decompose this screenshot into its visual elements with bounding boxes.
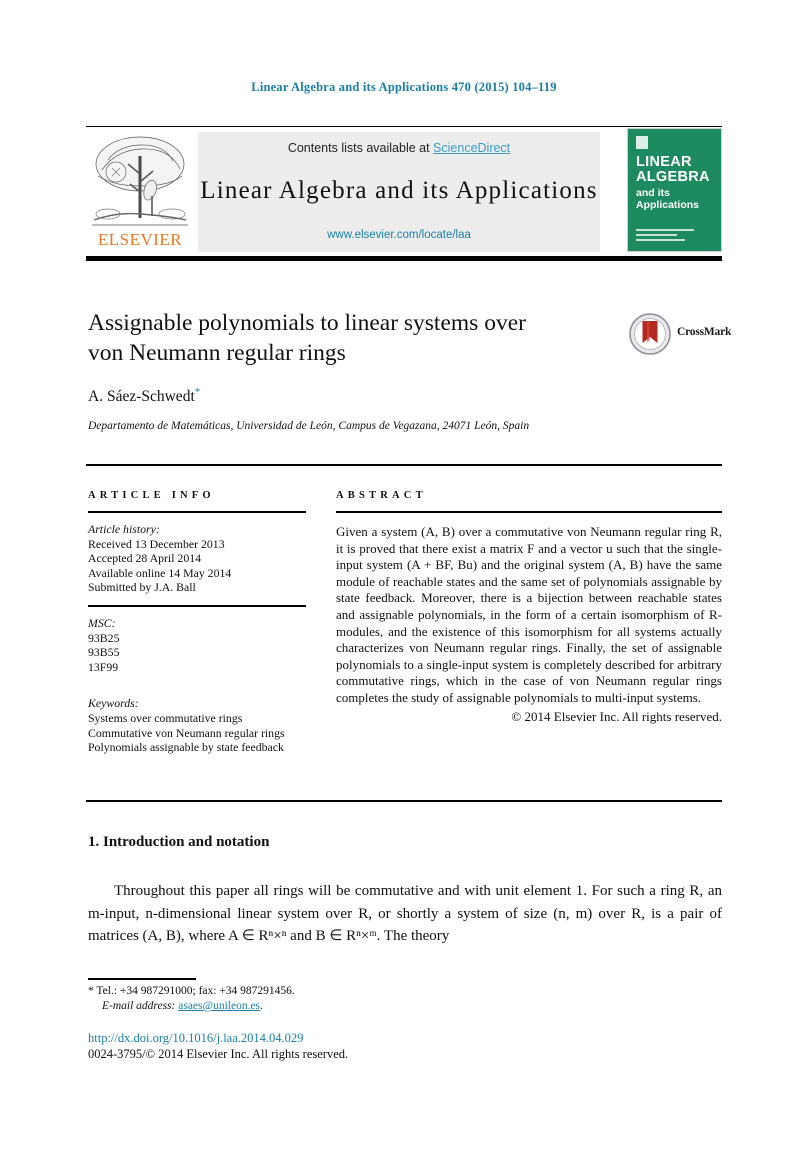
crossmark-label: CrossMark bbox=[677, 326, 732, 338]
keywords-group: Keywords: Systems over commutative rings… bbox=[88, 696, 306, 754]
affiliation-rule bbox=[86, 464, 722, 466]
abstract-rule bbox=[336, 511, 722, 513]
cover-line-1: LINEAR bbox=[636, 154, 692, 170]
msc-label: MSC: bbox=[88, 615, 116, 630]
masthead-top-rule bbox=[86, 126, 722, 127]
journal-masthead: ELSEVIER Contents lists available at Sci… bbox=[86, 126, 722, 254]
abstract-copyright: © 2014 Elsevier Inc. All rights reserved… bbox=[511, 708, 722, 724]
section-paragraph: Throughout this paper all rings will be … bbox=[88, 883, 722, 944]
email-period: . bbox=[260, 1000, 263, 1012]
article-info-rule bbox=[88, 511, 306, 513]
page-title: Assignable polynomials to linear systems… bbox=[88, 308, 588, 368]
section-heading-introduction: 1. Introduction and notation bbox=[88, 834, 270, 850]
elsevier-logo: ELSEVIER bbox=[88, 130, 192, 252]
crossmark-badge[interactable]: CrossMark bbox=[629, 313, 731, 355]
author-affiliation: Departamento de Matemáticas, Universidad… bbox=[88, 420, 530, 432]
cover-line-3: and its bbox=[636, 187, 670, 199]
cover-title-main: LINEAR ALGEBRA bbox=[636, 155, 710, 185]
contents-lists-line: Contents lists available at ScienceDirec… bbox=[199, 141, 599, 155]
footnote-telephone: * Tel.: +34 987291000; fax: +34 98729145… bbox=[88, 985, 295, 997]
abstract-bottom-rule bbox=[86, 800, 722, 802]
footnote-email-line: E-mail address: asaes@unileon.es. bbox=[88, 999, 588, 1014]
issn-copyright-line: 0024-3795/© 2014 Elsevier Inc. All right… bbox=[88, 1047, 349, 1061]
article-info-heading: ARTICLE INFO bbox=[88, 490, 215, 501]
doi-link[interactable]: http://dx.doi.org/10.1016/j.laa.2014.04.… bbox=[88, 1031, 303, 1046]
author-name: A. Sáez-Schwedt* bbox=[88, 386, 200, 406]
msc-group: MSC: 93B25 93B55 13F99 bbox=[88, 616, 306, 674]
crossmark-icon bbox=[629, 313, 671, 355]
masthead-bottom-rule bbox=[86, 256, 722, 261]
keyword-3: Polynomials assignable by state feedback bbox=[88, 740, 284, 755]
cover-title-sub: and its Applications bbox=[636, 187, 699, 211]
cover-publisher-mark-icon bbox=[636, 136, 648, 149]
keywords-label: Keywords: bbox=[88, 696, 139, 711]
abstract-heading: ABSTRACT bbox=[336, 490, 427, 501]
history-available-online: Available online 14 May 2014 bbox=[88, 565, 232, 580]
journal-homepage-link[interactable]: www.elsevier.com/locate/laa bbox=[199, 229, 599, 241]
keyword-1: Systems over commutative rings bbox=[88, 710, 243, 725]
cover-footer-lines bbox=[636, 229, 694, 244]
abstract-column: ABSTRACT Given a system (A, B) over a co… bbox=[336, 490, 722, 725]
journal-title: Linear Algebra and its Applications bbox=[200, 177, 598, 204]
contents-prefix: Contents lists available at bbox=[287, 141, 434, 155]
msc-divider-rule bbox=[88, 604, 306, 607]
footnote-block: * Tel.: +34 987291000; fax: +34 98729145… bbox=[88, 984, 588, 1014]
history-received: Received 13 December 2013 bbox=[88, 536, 225, 551]
sciencedirect-link[interactable]: ScienceDirect bbox=[433, 141, 510, 155]
journal-article-page: Linear Algebra and its Applications 470 … bbox=[0, 0, 808, 1162]
cover-line-4: Applications bbox=[636, 199, 700, 211]
msc-code-1: 93B25 bbox=[88, 630, 120, 645]
keyword-2: Commutative von Neumann regular rings bbox=[88, 725, 285, 740]
title-line-1: Assignable polynomials to linear systems… bbox=[88, 310, 526, 336]
title-line-2: von Neumann regular rings bbox=[88, 340, 346, 366]
journal-cover-thumbnail: LINEAR ALGEBRA and its Applications bbox=[627, 128, 722, 252]
article-info-column: ARTICLE INFO Article history: Received 1… bbox=[88, 490, 306, 755]
article-history-group: Article history: Received 13 December 20… bbox=[88, 522, 306, 595]
elsevier-wordmark: ELSEVIER bbox=[97, 230, 183, 249]
running-head: Linear Algebra and its Applications 470 … bbox=[251, 80, 557, 94]
msc-code-3: 13F99 bbox=[88, 659, 119, 674]
elsevier-tree-icon bbox=[92, 136, 188, 226]
footnote-rule bbox=[88, 978, 196, 980]
abstract-text: Given a system (A, B) over a commutative… bbox=[336, 524, 722, 705]
email-address-label: E-mail address: bbox=[102, 1000, 176, 1012]
email-address-link[interactable]: asaes@unileon.es bbox=[178, 1000, 260, 1012]
author-footnote-marker[interactable]: * bbox=[195, 386, 201, 398]
contents-band: Contents lists available at ScienceDirec… bbox=[198, 132, 600, 252]
history-submitted-by: Submitted by J.A. Ball bbox=[88, 580, 196, 595]
cover-line-2: ALGEBRA bbox=[636, 169, 710, 185]
article-history-label: Article history: bbox=[88, 522, 160, 536]
author-label: A. Sáez-Schwedt bbox=[88, 388, 195, 406]
history-accepted: Accepted 28 April 2014 bbox=[88, 551, 202, 566]
msc-code-2: 93B55 bbox=[88, 645, 120, 660]
